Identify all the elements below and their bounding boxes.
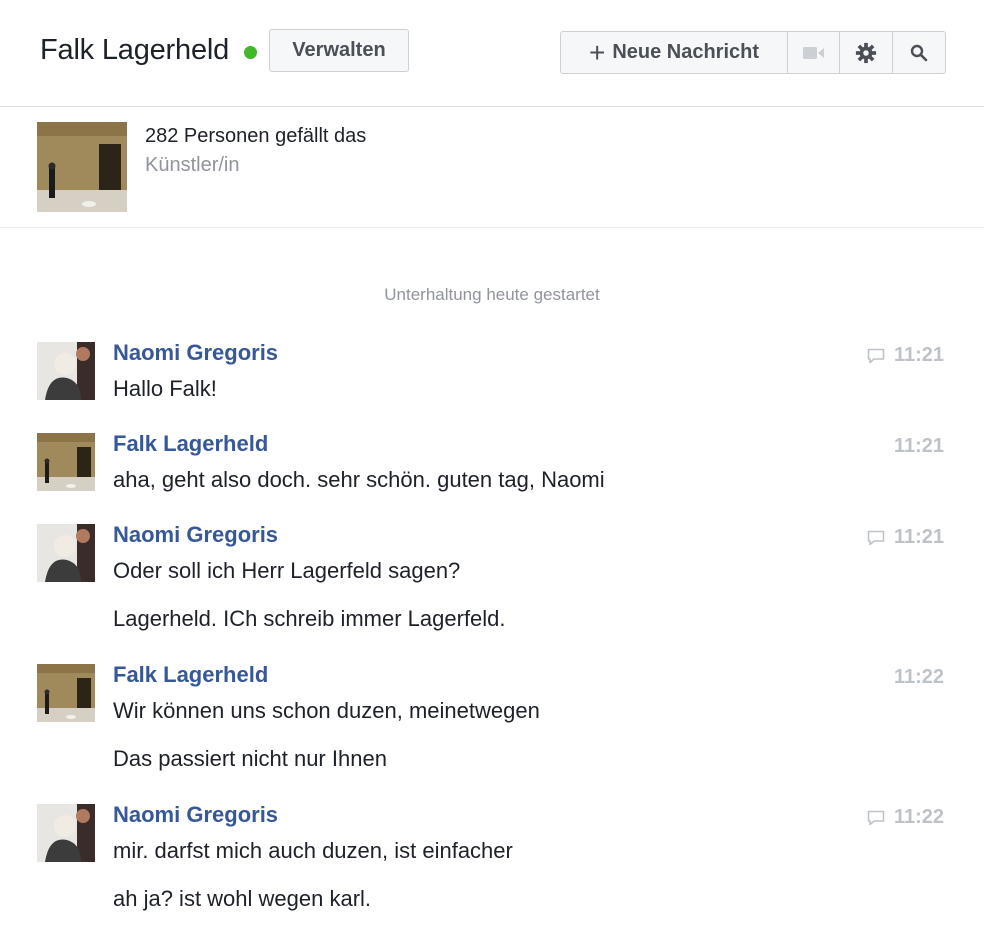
message-text: Das passiert nicht nur Ihnen [113,746,387,771]
message-text: Wir können uns schon duzen, meinetwegen [113,698,540,723]
page-likes-count: 282 Personen gefällt das [145,125,367,147]
page-profile-picture[interactable] [37,122,127,212]
speech-bubble-icon [867,348,885,363]
conversation-start-label: Unterhaltung heute gestartet [384,285,600,304]
message-text: Lagerheld. ICh schreib immer Lagerfeld. [113,606,506,631]
header-actions: + Neue Nachricht [560,31,946,74]
message-text: ah ja? ist wohl wegen karl. [113,886,372,911]
message-sender[interactable]: Naomi Gregoris [113,522,278,548]
message-sender[interactable]: Naomi Gregoris [113,802,278,828]
conversation-header: Falk Lagerheld Verwalten + Neue Nachrich… [0,0,984,107]
message-time-text: 11:21 [893,344,944,366]
new-message-label: Neue Nachricht [612,41,760,63]
message-time-text: 11:21 [893,526,944,548]
message-time: 11:22 [867,806,944,829]
message-time-text: 11:22 [893,806,944,828]
message-text: aha, geht also doch. sehr schön. guten t… [113,467,605,492]
video-camera-icon [802,46,824,59]
message-time: 11:22 [894,666,944,689]
avatar[interactable] [37,433,95,491]
page-category: Künstler/in [145,154,240,176]
avatar[interactable] [37,524,95,582]
avatar[interactable] [37,664,95,722]
online-status-indicator [244,46,257,59]
avatar[interactable] [37,342,95,400]
settings-button[interactable] [840,32,893,73]
message-time-text: 11:21 [893,435,944,457]
message-time: 11:21 [867,344,944,367]
message-sender[interactable]: Naomi Gregoris [113,340,278,366]
video-call-button[interactable] [788,32,840,73]
new-message-button[interactable]: + Neue Nachricht [561,32,788,73]
speech-bubble-icon [867,810,885,825]
search-button[interactable] [893,32,945,73]
message-time-text: 11:22 [893,666,944,688]
conversation-title[interactable]: Falk Lagerheld [40,34,229,67]
plus-icon: + [588,36,606,68]
avatar[interactable] [37,804,95,862]
search-icon [910,44,928,61]
message-time: 11:21 [894,435,944,458]
speech-bubble-icon [867,530,885,545]
message-sender[interactable]: Falk Lagerheld [113,431,268,457]
manage-button[interactable]: Verwalten [269,29,409,72]
page-info: 282 Personen gefällt das Künstler/in [0,107,984,228]
message-text: Oder soll ich Herr Lagerfeld sagen? [113,558,461,583]
message-sender[interactable]: Falk Lagerheld [113,662,268,688]
message-text: Hallo Falk! [113,376,217,401]
message-text: mir. darfst mich auch duzen, ist einfach… [113,838,513,863]
message-time: 11:21 [867,526,944,549]
gear-icon [855,42,877,63]
